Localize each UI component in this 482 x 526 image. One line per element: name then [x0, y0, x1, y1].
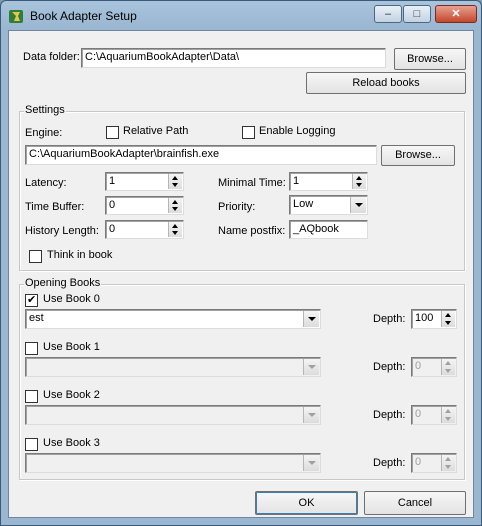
aquarium-app-icon	[9, 10, 23, 23]
book-1-depth-label: Depth:	[373, 361, 406, 373]
enable-logging-checkbox[interactable]	[242, 126, 255, 139]
book-0-selected-value: est	[29, 312, 44, 324]
maximize-icon[interactable]: □	[403, 5, 431, 23]
window-title: Book Adapter Setup	[30, 9, 137, 23]
engine-label: Engine:	[25, 127, 63, 139]
opening-books-group-label: Opening Books	[24, 277, 102, 289]
use-book-0-checkbox[interactable]	[25, 293, 38, 307]
book-0-depth-value: 100	[415, 312, 434, 324]
data-folder-input[interactable]: C:\AquariumBookAdapter\Data\	[81, 48, 386, 68]
book-1-depth-spinbox[interactable]: 0	[411, 357, 457, 377]
history-length-value: 0	[109, 223, 116, 235]
relative-path-checkbox[interactable]	[106, 126, 119, 139]
minimal-time-value: 1	[293, 175, 300, 187]
use-book-1-checkbox[interactable]	[25, 342, 38, 355]
use-book-3-label: Use Book 3	[43, 437, 100, 449]
minimal-time-spinbox[interactable]: 1	[289, 172, 368, 191]
book-1-select[interactable]	[25, 357, 321, 377]
latency-spin-arrows-icon[interactable]	[168, 174, 182, 189]
book-2-depth-label: Depth:	[373, 409, 406, 421]
data-folder-label: Data folder:	[23, 51, 80, 63]
book-2-depth-spin-arrows-icon[interactable]	[441, 407, 455, 423]
latency-spinbox[interactable]: 1	[105, 172, 184, 191]
book-3-depth-spinbox[interactable]: 0	[411, 453, 457, 473]
priority-selected-value: Low	[293, 198, 314, 210]
book-1-depth-value: 0	[415, 360, 422, 372]
priority-label: Priority:	[218, 201, 256, 213]
time-buffer-label: Time Buffer:	[25, 201, 85, 213]
reload-books-button[interactable]: Reload books	[306, 72, 466, 94]
name-postfix-label: Name postfix:	[218, 225, 286, 237]
name-postfix-input[interactable]: _AQbook	[289, 220, 368, 239]
time-buffer-value: 0	[109, 199, 116, 211]
relative-path-label: Relative Path	[123, 125, 189, 137]
think-in-book-label: Think in book	[47, 249, 113, 261]
book-3-depth-spin-arrows-icon[interactable]	[441, 455, 455, 471]
data-folder-browse-button[interactable]: Browse...	[394, 48, 466, 70]
book-0-depth-spin-arrows-icon[interactable]	[441, 311, 455, 327]
book-3-depth-value: 0	[415, 456, 422, 468]
use-book-2-label: Use Book 2	[43, 389, 100, 401]
enable-logging-label: Enable Logging	[259, 125, 336, 137]
book-0-depth-label: Depth:	[373, 313, 406, 325]
book-0-depth-spinbox[interactable]: 100	[411, 309, 457, 329]
priority-select[interactable]: Low	[289, 195, 368, 215]
book-2-chevron-down-icon[interactable]	[303, 407, 319, 423]
engine-browse-button[interactable]: Browse...	[381, 145, 455, 166]
use-book-2-checkbox[interactable]	[25, 390, 38, 403]
latency-value: 1	[109, 175, 116, 187]
book-0-chevron-down-icon[interactable]	[303, 311, 319, 327]
book-2-select[interactable]	[25, 405, 321, 425]
history-length-label: History Length:	[25, 225, 99, 237]
minimal-time-label: Minimal Time:	[218, 177, 286, 189]
history-length-spinbox[interactable]: 0	[105, 220, 184, 239]
book-0-select[interactable]: est	[25, 309, 321, 329]
minimize-icon[interactable]: –	[374, 5, 402, 23]
close-icon[interactable]: ✕	[435, 5, 477, 23]
use-book-0-label: Use Book 0	[43, 293, 100, 305]
minimal-time-spin-arrows-icon[interactable]	[352, 174, 366, 189]
book-2-depth-spinbox[interactable]: 0	[411, 405, 457, 425]
book-1-chevron-down-icon[interactable]	[303, 359, 319, 375]
book-3-depth-label: Depth:	[373, 457, 406, 469]
ok-button[interactable]: OK	[255, 491, 358, 515]
book-1-depth-spin-arrows-icon[interactable]	[441, 359, 455, 375]
time-buffer-spinbox[interactable]: 0	[105, 196, 184, 215]
latency-label: Latency:	[25, 177, 67, 189]
cancel-button[interactable]: Cancel	[364, 491, 466, 515]
book-3-chevron-down-icon[interactable]	[303, 455, 319, 471]
use-book-3-checkbox[interactable]	[25, 438, 38, 451]
use-book-1-label: Use Book 1	[43, 341, 100, 353]
think-in-book-checkbox[interactable]	[29, 250, 42, 263]
history-length-spin-arrows-icon[interactable]	[168, 222, 182, 237]
book-2-depth-value: 0	[415, 408, 422, 420]
priority-chevron-down-icon[interactable]	[350, 197, 366, 213]
engine-path-input[interactable]: C:\AquariumBookAdapter\brainfish.exe	[25, 145, 377, 165]
book-3-select[interactable]	[25, 453, 321, 473]
settings-group-label: Settings	[24, 104, 66, 116]
time-buffer-spin-arrows-icon[interactable]	[168, 198, 182, 213]
